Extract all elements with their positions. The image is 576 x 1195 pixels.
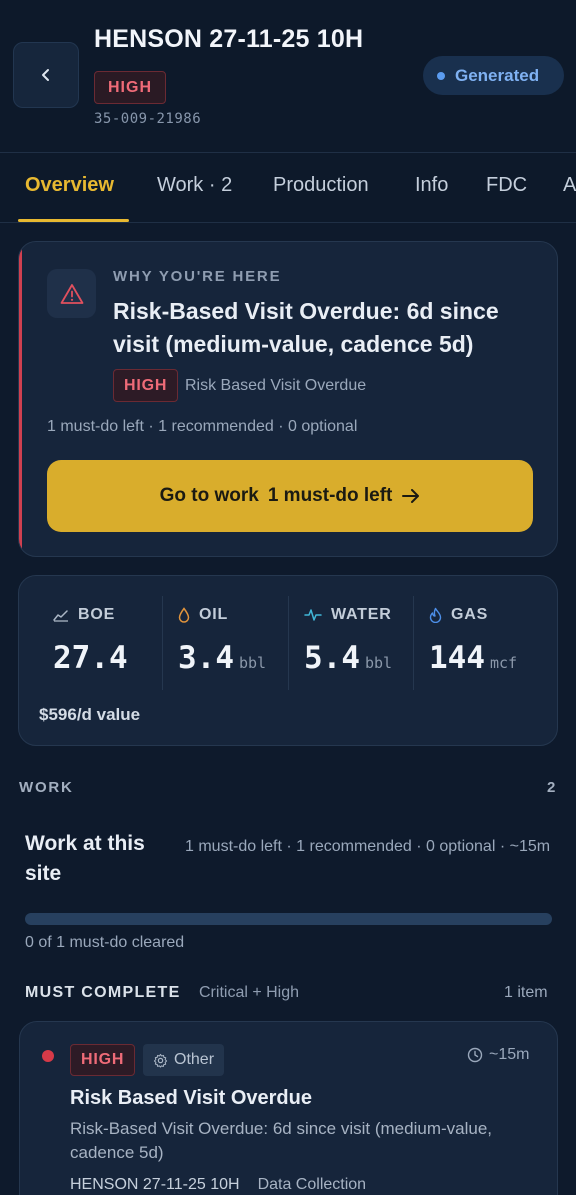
back-button[interactable] — [13, 42, 79, 108]
drop-icon — [178, 607, 190, 623]
item-description: Risk-Based Visit Overdue: 6d since visit… — [70, 1119, 493, 1162]
metric-value: 27.4 — [53, 640, 128, 676]
work-section-label: WORK — [19, 779, 74, 796]
page-title: HENSON 27-11-25 10H — [94, 25, 364, 53]
must-complete-heading: MUST COMPLETE — [25, 984, 181, 1001]
clock-icon — [467, 1047, 483, 1063]
trend-line-icon — [53, 610, 68, 622]
category-label: Other — [174, 1051, 215, 1068]
must-do-progress-bar — [25, 913, 552, 925]
card-accent-bar — [19, 242, 22, 556]
metric-label: GAS — [451, 606, 489, 623]
metric-unit: bbl — [365, 654, 393, 672]
arrow-right-icon — [402, 489, 420, 503]
item-title: Risk Based Visit Overdue — [70, 1087, 312, 1109]
daily-value: $596/d value — [39, 705, 141, 724]
metric-water: WATER 5.4 bbl — [288, 596, 413, 690]
status-pill: Generated — [423, 56, 564, 95]
why-label: WHY YOU'RE HERE — [113, 268, 282, 285]
metric-oil: OIL 3.4 bbl — [162, 596, 287, 690]
category-chip: Other — [143, 1044, 225, 1076]
metric-value: 5.4 — [304, 640, 360, 676]
warning-icon-box — [47, 269, 96, 318]
why-counts: 1 must-do left · 1 recommended · 0 optio… — [47, 418, 358, 435]
why-priority-badge: HIGH — [113, 369, 179, 402]
pulse-icon — [304, 609, 322, 621]
why-card: WHY YOU'RE HERE Risk-Based Visit Overdue… — [18, 241, 558, 557]
metric-gas: GAS 144 mcf — [413, 596, 538, 690]
status-dot — [437, 71, 445, 80]
why-title: Risk-Based Visit Overdue: 6d since visit… — [113, 298, 499, 357]
go-to-work-count: 1 must-do left — [267, 485, 393, 506]
metric-unit: mcf — [490, 654, 518, 672]
tab-work[interactable]: Work · 2 — [157, 174, 232, 197]
metric-value: 144 — [429, 640, 485, 676]
item-meta: HENSON 27-11-25 10H Data Collection — [70, 1176, 366, 1194]
status-label: Generated — [455, 65, 540, 85]
tab-fdc[interactable]: FDC — [486, 174, 527, 197]
item-type: Data Collection — [257, 1176, 367, 1193]
why-reason: Risk Based Visit Overdue — [185, 377, 367, 394]
tab-info[interactable]: Info — [415, 174, 448, 197]
warning-triangle-icon — [60, 283, 83, 304]
item-site: HENSON 27-11-25 10H — [70, 1176, 240, 1193]
go-to-work-label: Go to work — [159, 485, 259, 506]
page-header: HENSON 27-11-25 10H HIGH 35-009-21986 Ge… — [0, 0, 576, 152]
api-number: 35-009-21986 — [94, 111, 202, 127]
time-label: ~15m — [489, 1046, 530, 1063]
flame-icon — [429, 607, 442, 623]
metric-boe: BOE 27.4 — [37, 596, 162, 690]
must-complete-count: 1 item — [504, 984, 548, 1001]
metric-unit: bbl — [239, 654, 267, 672]
cleared-count: 0 of 1 must-do cleared — [25, 934, 185, 951]
metric-label: OIL — [199, 606, 229, 623]
work-summary: 1 must-do left · 1 recommended · 0 optio… — [185, 838, 551, 855]
gear-icon — [153, 1053, 168, 1068]
tab-overview[interactable]: Overview — [25, 174, 114, 197]
tab-bar: Overview Work · 2 Production Info FDC A — [0, 152, 576, 223]
metric-value: 3.4 — [178, 640, 234, 676]
metric-label: BOE — [78, 606, 116, 623]
item-priority-badge: HIGH — [70, 1044, 136, 1076]
must-complete-subtitle: Critical + High — [199, 984, 300, 1001]
production-metrics-card: BOE 27.4 OIL 3.4 bbl WATER 5.4 bbl GAS 1… — [18, 575, 558, 746]
work-item-card[interactable]: HIGH Other ~15m Risk Based Visit Overdue… — [19, 1021, 558, 1195]
priority-badge: HIGH — [94, 71, 166, 104]
time-estimate: ~15m — [467, 1046, 529, 1064]
tab-activity[interactable]: A — [563, 174, 576, 197]
chevron-left-icon — [42, 69, 49, 81]
go-to-work-button[interactable]: Go to work 1 must-do left — [47, 460, 533, 532]
work-section-count: 2 — [547, 779, 556, 796]
tab-active-indicator — [18, 219, 129, 222]
work-title: Work at this site — [25, 832, 145, 885]
tab-production[interactable]: Production — [273, 174, 369, 197]
priority-dot — [42, 1050, 54, 1062]
metric-label: WATER — [331, 606, 392, 623]
